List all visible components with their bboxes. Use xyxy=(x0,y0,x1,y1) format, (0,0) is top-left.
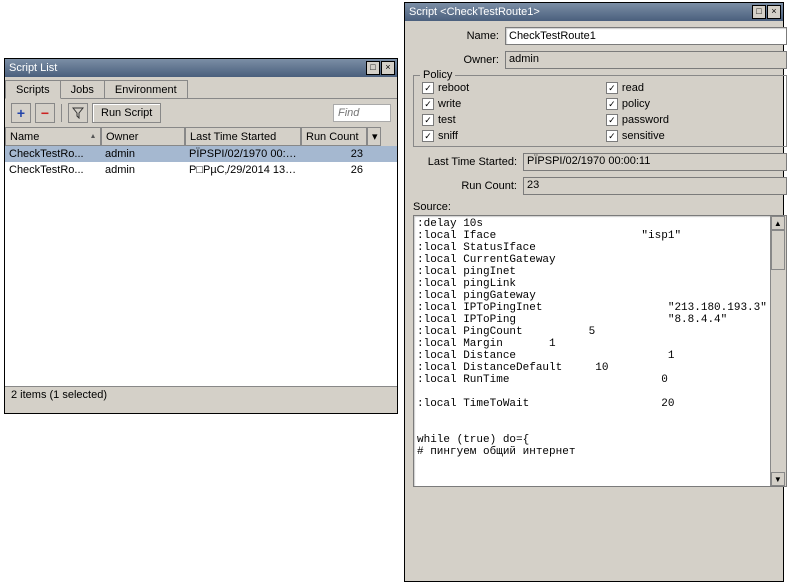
cell-last: Р□РµС‚/29/2014 13:... xyxy=(185,163,301,177)
policy-label: policy xyxy=(622,98,650,110)
script-list-window: Script List □ × Scripts Jobs Environment… xyxy=(4,58,398,414)
window-title: Script <CheckTestRoute1> xyxy=(409,6,752,18)
header-run-count[interactable]: Run Count xyxy=(301,127,367,146)
cell-count: 23 xyxy=(301,147,367,161)
titlebar-script-edit[interactable]: Script <CheckTestRoute1> □ × xyxy=(405,3,783,21)
owner-field: admin xyxy=(505,51,787,69)
policy-reboot[interactable]: ✓ reboot xyxy=(422,82,594,94)
checkbox-read[interactable]: ✓ xyxy=(606,82,618,94)
policy-label: sniff xyxy=(438,130,458,142)
name-field[interactable] xyxy=(505,27,787,45)
checkbox-policy[interactable]: ✓ xyxy=(606,98,618,110)
cell-name: CheckTestRo... xyxy=(5,147,101,161)
tabs: Scripts Jobs Environment xyxy=(5,80,397,99)
policy-test[interactable]: ✓ test xyxy=(422,114,594,126)
checkbox-reboot[interactable]: ✓ xyxy=(422,82,434,94)
run-count-label: Run Count: xyxy=(413,180,523,192)
funnel-icon xyxy=(72,107,84,119)
titlebar-script-list[interactable]: Script List □ × xyxy=(5,59,397,77)
toolbar-divider xyxy=(61,104,62,122)
header-last-time[interactable]: Last Time Started xyxy=(185,127,301,146)
status-bar: 2 items (1 selected) xyxy=(5,386,397,403)
remove-button[interactable]: − xyxy=(35,103,55,123)
source-scrollbar[interactable]: ▲ ▼ xyxy=(770,216,786,486)
policy-legend: Policy xyxy=(420,69,455,81)
policy-group: Policy ✓reboot✓read✓write✓policy✓test✓pa… xyxy=(413,75,787,147)
tab-environment[interactable]: Environment xyxy=(104,80,188,98)
close-button[interactable]: × xyxy=(767,5,781,19)
header-owner[interactable]: Owner xyxy=(101,127,185,146)
sort-asc-icon xyxy=(90,132,96,141)
cell-owner: admin xyxy=(101,147,185,161)
find-input[interactable] xyxy=(333,104,391,122)
window-title: Script List xyxy=(9,62,366,74)
policy-label: sensitive xyxy=(622,130,665,142)
owner-label: Owner: xyxy=(413,54,505,66)
header-name[interactable]: Name xyxy=(5,127,101,146)
policy-label: read xyxy=(622,82,644,94)
source-editor[interactable]: :delay 10s :local Iface "isp1" :local St… xyxy=(413,215,787,487)
name-label: Name: xyxy=(413,30,505,42)
filter-button[interactable] xyxy=(68,103,88,123)
toolbar: + − Run Script xyxy=(5,99,397,127)
policy-read[interactable]: ✓ read xyxy=(606,82,778,94)
policy-label: reboot xyxy=(438,82,469,94)
policy-sensitive[interactable]: ✓ sensitive xyxy=(606,130,778,142)
table-row[interactable]: CheckTestRo...adminРЇРЅРІ/02/1970 00:0..… xyxy=(5,146,397,162)
run-count-field: 23 xyxy=(523,177,787,195)
checkbox-write[interactable]: ✓ xyxy=(422,98,434,110)
checkbox-test[interactable]: ✓ xyxy=(422,114,434,126)
tab-jobs[interactable]: Jobs xyxy=(60,80,105,98)
table-row[interactable]: CheckTestRo...adminР□РµС‚/29/2014 13:...… xyxy=(5,162,397,178)
minimize-button[interactable]: □ xyxy=(366,61,380,75)
scroll-up-button[interactable]: ▲ xyxy=(771,216,785,230)
cell-owner: admin xyxy=(101,163,185,177)
list-body: CheckTestRo...adminРЇРЅРІ/02/1970 00:0..… xyxy=(5,146,397,386)
script-edit-window: Script <CheckTestRoute1> □ × Name: Owner… xyxy=(404,2,784,582)
policy-sniff[interactable]: ✓ sniff xyxy=(422,130,594,142)
minimize-button[interactable]: □ xyxy=(752,5,766,19)
cell-last: РЇРЅРІ/02/1970 00:0... xyxy=(185,147,301,161)
scroll-down-button[interactable]: ▼ xyxy=(771,472,785,486)
policy-label: test xyxy=(438,114,456,126)
policy-label: password xyxy=(622,114,669,126)
titlebar-controls: □ × xyxy=(366,61,395,75)
cell-name: CheckTestRo... xyxy=(5,163,101,177)
cell-count: 26 xyxy=(301,163,367,177)
scroll-thumb[interactable] xyxy=(771,230,785,270)
checkbox-password[interactable]: ✓ xyxy=(606,114,618,126)
checkbox-sniff[interactable]: ✓ xyxy=(422,130,434,142)
policy-label: write xyxy=(438,98,461,110)
policy-write[interactable]: ✓ write xyxy=(422,98,594,110)
checkbox-sensitive[interactable]: ✓ xyxy=(606,130,618,142)
policy-password[interactable]: ✓ password xyxy=(606,114,778,126)
titlebar-controls: □ × xyxy=(752,5,781,19)
close-button[interactable]: × xyxy=(381,61,395,75)
source-label: Source: xyxy=(413,201,787,213)
header-dropdown[interactable]: ▾ xyxy=(367,127,381,146)
last-time-field: РЇРЅРІ/02/1970 00:00:11 xyxy=(523,153,787,171)
add-button[interactable]: + xyxy=(11,103,31,123)
run-script-button[interactable]: Run Script xyxy=(92,103,161,123)
source-text[interactable]: :delay 10s :local Iface "isp1" :local St… xyxy=(414,216,770,486)
tab-scripts[interactable]: Scripts xyxy=(5,80,61,99)
list-header: Name Owner Last Time Started Run Count ▾ xyxy=(5,127,397,146)
policy-policy[interactable]: ✓ policy xyxy=(606,98,778,110)
last-time-label: Last Time Started: xyxy=(413,156,523,168)
